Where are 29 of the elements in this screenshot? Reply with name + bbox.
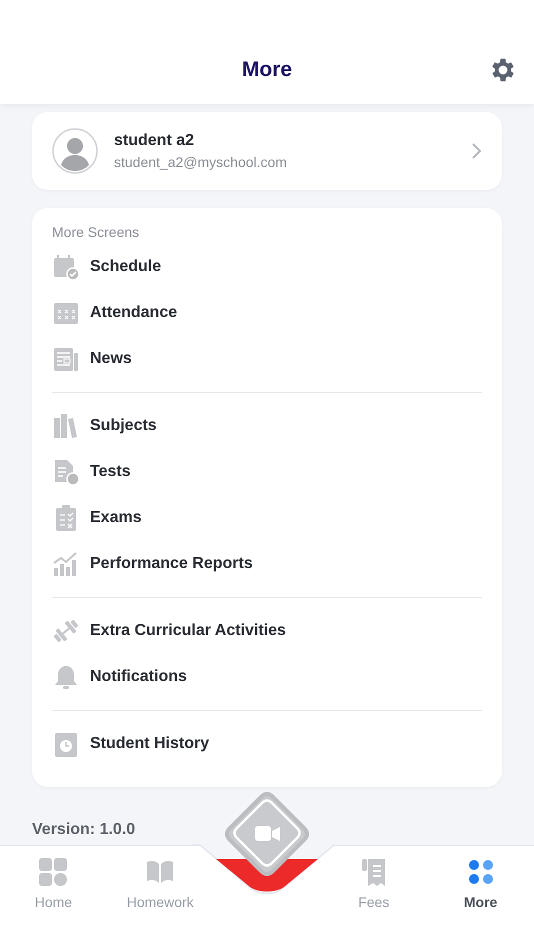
tab-item[interactable]: More [427,846,534,910]
clock-book-icon [52,730,80,758]
menu-item[interactable]: Subjects [52,403,482,449]
grid-icon [37,856,70,888]
profile-card[interactable]: student a2 student_a2@myschool.com [32,112,502,190]
books-icon [52,412,80,440]
menu-item[interactable]: Extra Curricular Activities [52,608,482,654]
menu-item[interactable]: Notifications [52,654,482,700]
chevron-right-icon [470,142,482,160]
video-camera-icon [255,826,280,841]
student-name: student a2 [114,132,196,150]
menu-item[interactable]: Tests [52,449,482,495]
menu-item[interactable]: News [52,336,482,382]
menu-item[interactable]: Schedule [52,244,482,290]
bell-icon [52,663,80,691]
menu-item[interactable]: Student History [52,721,482,767]
video-call-button[interactable] [225,792,309,876]
screen-title: More [240,58,294,82]
calendar-check-icon [52,253,80,281]
avatar-icon [52,128,98,174]
version-label: Version: 1.0.0 [32,821,136,839]
menu-item[interactable]: Attendance [52,290,482,336]
newspaper-icon [52,345,80,373]
menu-item[interactable]: Performance Reports [52,541,482,587]
dumbbell-icon [52,617,80,645]
student-email: student_a2@myschool.com [114,154,288,170]
menu-item[interactable]: Exams [52,495,482,541]
document-check-icon [52,458,80,486]
section-title: More Screens [52,224,140,240]
